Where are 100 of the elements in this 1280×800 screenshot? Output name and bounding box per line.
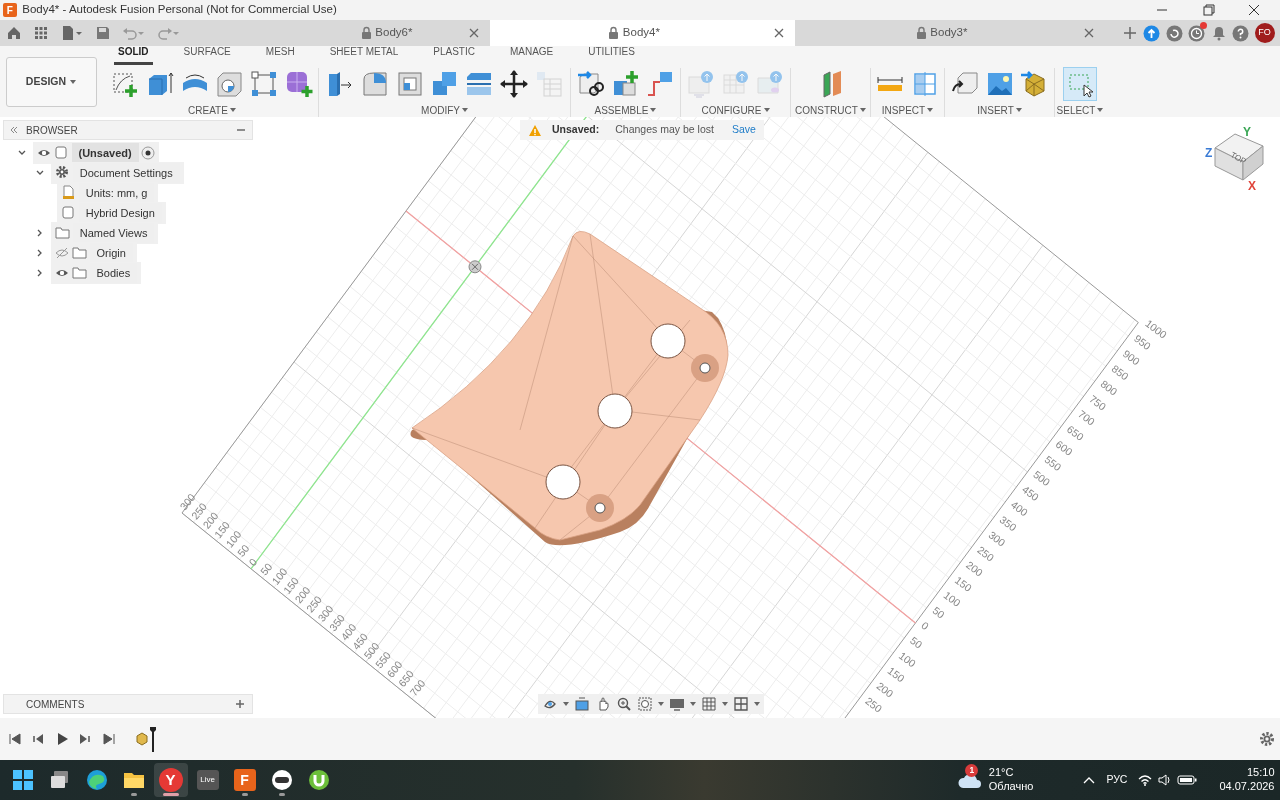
clock-time[interactable]: 15:10 — [1246, 766, 1275, 780]
caret-icon[interactable] — [658, 702, 664, 706]
upload-icon[interactable] — [1143, 24, 1160, 42]
toolbar-tab[interactable]: MESH — [261, 43, 299, 66]
clock-date[interactable]: 04.07.2026 — [1219, 780, 1275, 794]
tab-label: Body3* — [930, 25, 968, 41]
document-tab[interactable]: Body3* — [795, 20, 1105, 46]
save-icon[interactable] — [94, 25, 111, 41]
caret-icon — [229, 108, 236, 113]
toolbar-tab[interactable]: SURFACE — [179, 43, 235, 66]
axis-label: X — [1248, 179, 1256, 193]
lock-icon — [914, 26, 928, 40]
save-link[interactable]: Save — [731, 122, 756, 138]
tab-label: Body6* — [375, 25, 413, 41]
skip-end-icon[interactable] — [101, 732, 116, 746]
fit-icon[interactable] — [637, 696, 653, 712]
collapse-icon[interactable] — [10, 126, 18, 134]
cube-face-label: TOP — [1228, 150, 1248, 166]
weather-condition: Облачно — [988, 780, 1034, 794]
document-tab[interactable]: Body4* — [490, 20, 795, 46]
scale-label: 50 — [257, 560, 275, 578]
grid-icon[interactable] — [701, 696, 717, 712]
caret-icon — [650, 108, 657, 113]
scale-label: 0 — [246, 555, 260, 569]
warning-icon — [528, 123, 542, 137]
body-icon — [53, 145, 69, 161]
hidden-eye-icon[interactable] — [55, 246, 69, 259]
plus-icon[interactable] — [1121, 25, 1138, 41]
lock-icon — [359, 26, 373, 40]
feature-icon[interactable] — [135, 732, 149, 746]
active-indicator-icon[interactable] — [141, 145, 156, 160]
origin-icon — [468, 260, 482, 274]
step-back-icon[interactable] — [31, 732, 45, 746]
apps-icon[interactable] — [32, 25, 49, 41]
caret-icon — [927, 108, 934, 113]
round-app-icon — [269, 768, 294, 792]
body-icon — [61, 205, 76, 221]
folder-icon — [55, 225, 70, 241]
group-menu[interactable]: CREATE — [188, 102, 236, 118]
settings-icon[interactable] — [1258, 731, 1275, 747]
zoom-icon[interactable] — [616, 696, 632, 712]
circle-app-icon — [306, 768, 331, 792]
caret-icon[interactable] — [722, 702, 728, 706]
document-tab[interactable]: Body6* — [300, 20, 490, 46]
look-at-icon[interactable] — [574, 696, 590, 712]
group-menu[interactable]: INSPECT — [881, 102, 934, 118]
axis-label: Z — [1205, 146, 1213, 160]
workspace-menu[interactable]: DESIGN — [5, 56, 97, 107]
home-icon[interactable] — [5, 25, 22, 41]
speaker-icon[interactable] — [1157, 774, 1172, 786]
viewports-icon[interactable] — [733, 696, 749, 712]
group-menu[interactable]: CONSTRUCT — [795, 102, 866, 118]
group-menu[interactable]: ASSEMBLE — [594, 102, 657, 118]
caret-icon[interactable] — [754, 702, 760, 706]
app-icon: F — [2, 3, 17, 17]
clock-icon[interactable] — [1188, 24, 1205, 42]
select-icon[interactable] — [1064, 68, 1096, 101]
toolbar-tab[interactable]: SOLID — [114, 43, 153, 66]
help-icon[interactable] — [1232, 24, 1249, 42]
caret-icon[interactable] — [563, 702, 569, 706]
group-menu[interactable]: SELECT — [1056, 102, 1104, 118]
wifi-icon[interactable] — [1138, 774, 1153, 786]
minimize-icon[interactable] — [236, 126, 246, 134]
add-icon[interactable] — [236, 700, 244, 708]
toolbar-tab[interactable]: PLASTIC — [429, 43, 479, 66]
chevron-up-icon[interactable] — [1083, 776, 1096, 784]
skip-start-icon[interactable] — [7, 732, 22, 746]
lock-icon — [607, 26, 621, 40]
taskbar-app[interactable]: Live — [190, 763, 225, 797]
caret-icon — [461, 108, 468, 113]
group-menu[interactable]: MODIFY — [421, 102, 468, 118]
status-label: Unsaved: — [552, 122, 600, 138]
browser-icon — [84, 768, 109, 792]
scale-label: 0 — [919, 619, 932, 633]
caret-icon — [1097, 108, 1104, 113]
axis-label: Y — [1243, 125, 1251, 139]
window-title: Body4* - Autodesk Fusion Personal (Not for Commercial Use) — [22, 2, 337, 18]
toolbar-tab[interactable]: SHEET METAL — [325, 43, 403, 66]
notification-badge: 1 — [965, 764, 979, 777]
app-icon: Live — [196, 770, 219, 790]
caret-icon — [1015, 108, 1022, 113]
tab-label: Body4* — [622, 25, 660, 41]
caret-icon — [859, 108, 866, 113]
step-forward-icon[interactable] — [78, 732, 92, 746]
group-menu[interactable]: CONFIGURE — [701, 102, 770, 118]
tree-item[interactable]: (Unsaved) — [71, 142, 139, 163]
group-menu[interactable]: INSERT — [977, 102, 1022, 118]
display-icon[interactable] — [669, 696, 685, 712]
battery-icon[interactable] — [1177, 774, 1198, 786]
app-icon: F — [233, 769, 256, 791]
toolbar-tab[interactable]: MANAGE — [505, 43, 558, 66]
playhead-icon[interactable] — [148, 726, 157, 752]
toolbar-tab[interactable]: UTILITIES — [584, 43, 639, 66]
caret-icon — [70, 79, 77, 84]
caret-icon[interactable] — [690, 702, 696, 706]
close-icon[interactable] — [773, 27, 785, 39]
language-indicator[interactable]: РУС — [1106, 772, 1128, 788]
start-icon — [10, 768, 35, 792]
user-avatar[interactable]: FO — [1254, 23, 1275, 43]
refresh-icon[interactable] — [1165, 24, 1183, 42]
